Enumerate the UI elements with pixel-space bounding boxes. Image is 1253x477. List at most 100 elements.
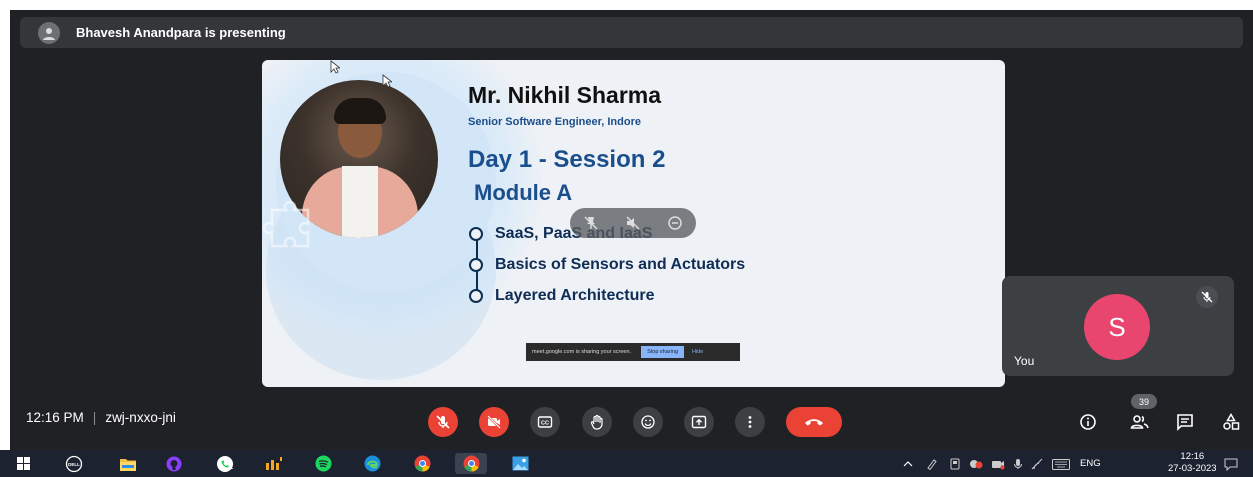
notification-icon xyxy=(1224,458,1238,471)
tray-meet-share[interactable] xyxy=(968,456,984,472)
emoji-reaction-button[interactable] xyxy=(633,407,663,437)
taskbar-chrome[interactable] xyxy=(411,453,433,474)
cursor-icon xyxy=(382,74,392,88)
spotify-icon xyxy=(315,455,331,472)
bullet-dot xyxy=(469,258,483,272)
bullet-dot xyxy=(469,289,483,303)
notifications-button[interactable] xyxy=(1222,456,1240,472)
chat-icon xyxy=(1177,414,1193,431)
tray-keyboard[interactable] xyxy=(1051,456,1071,472)
slide-speaker-role: Senior Software Engineer, Indore xyxy=(468,116,641,128)
meeting-info: 12:16 PM | zwj-nxxo-jni xyxy=(26,410,176,425)
cursor-icon xyxy=(330,60,340,74)
remove-icon[interactable] xyxy=(663,211,687,235)
more-options-icon xyxy=(748,416,752,428)
meet-window: Bhavesh Anandpara is presenting Mr. Nikh… xyxy=(10,10,1253,450)
edge-icon xyxy=(364,455,380,472)
photo-shirt xyxy=(342,166,378,238)
leave-call-button[interactable] xyxy=(786,407,842,437)
meeting-code: zwj-nxxo-jni xyxy=(105,410,176,425)
taskbar-chrome-active[interactable] xyxy=(455,453,487,474)
network-icon xyxy=(1031,458,1043,470)
taskbar-github[interactable] xyxy=(163,453,185,474)
taskbar-spotify[interactable] xyxy=(312,453,334,474)
self-name-label: You xyxy=(1014,354,1035,368)
pin-off-icon[interactable] xyxy=(579,211,603,235)
people-button[interactable] xyxy=(1125,407,1155,437)
raise-hand-button[interactable] xyxy=(582,407,612,437)
presenter-avatar xyxy=(38,21,60,44)
taskbar-whatsapp[interactable]: 1 xyxy=(210,453,240,474)
self-avatar: S xyxy=(1084,294,1150,360)
taskbar-dell[interactable]: DELL xyxy=(63,453,85,474)
presenting-bar: Bhavesh Anandpara is presenting xyxy=(20,17,1243,48)
device-icon xyxy=(950,458,960,470)
slide-bullet: Basics of Sensors and Actuators xyxy=(469,256,745,274)
slide-speaker-name: Mr. Nikhil Sharma xyxy=(468,82,662,108)
present-now-button[interactable] xyxy=(684,407,714,437)
tray-pen[interactable] xyxy=(925,456,939,472)
presentation-overlay-controls xyxy=(570,208,696,238)
emoji-icon xyxy=(641,415,655,429)
slide-day-session: Day 1 - Session 2 xyxy=(468,146,666,173)
chevron-up-icon xyxy=(903,461,913,467)
bullet-text: Basics of Sensors and Actuators xyxy=(495,256,746,273)
svg-text:CC: CC xyxy=(541,421,549,427)
photo-hair xyxy=(334,98,386,124)
hide-banner-link[interactable]: Hide xyxy=(692,349,703,355)
tray-network[interactable] xyxy=(1030,456,1044,472)
people-icon xyxy=(1130,415,1149,429)
meeting-time: 12:16 PM xyxy=(26,410,84,425)
photos-icon xyxy=(512,456,528,471)
mic-muted-icon xyxy=(1196,286,1218,308)
github-icon xyxy=(166,456,182,471)
start-button[interactable] xyxy=(12,453,34,474)
mic-toggle-button[interactable] xyxy=(428,407,458,437)
windows-taskbar: DELL 1 ENG 12:16 27-03-2023 xyxy=(0,450,1253,477)
self-video-tile[interactable]: S You xyxy=(1002,276,1234,376)
shared-screen-slide: Mr. Nikhil Sharma Senior Software Engine… xyxy=(262,60,1005,387)
presenting-text: Bhavesh Anandpara is presenting xyxy=(76,25,286,40)
whatsapp-badge: 1 xyxy=(229,462,234,471)
info-icon xyxy=(1080,414,1096,430)
taskbar-file-explorer[interactable] xyxy=(117,453,139,474)
unmute-presentation-icon[interactable] xyxy=(621,211,645,235)
captions-icon: CC xyxy=(537,416,553,428)
camera-off-icon xyxy=(487,415,501,429)
captions-button[interactable]: CC xyxy=(530,407,560,437)
windows-start-icon xyxy=(16,457,30,470)
keyboard-icon xyxy=(1052,458,1070,470)
tray-mic[interactable] xyxy=(1012,456,1024,472)
lms-icon xyxy=(266,456,282,470)
taskbar-clock[interactable]: 12:16 27-03-2023 xyxy=(1168,451,1217,475)
hang-up-icon xyxy=(805,419,823,426)
taskbar-photos[interactable] xyxy=(509,453,531,474)
present-icon xyxy=(691,415,707,429)
stop-sharing-button[interactable]: Stop sharing xyxy=(641,346,684,358)
mic-off-icon xyxy=(436,415,450,429)
mic-tray-icon xyxy=(1014,459,1022,469)
chrome-active-icon xyxy=(463,455,479,472)
show-hidden-icons-button[interactable] xyxy=(902,456,914,472)
slide-bullet: Layered Architecture xyxy=(469,287,654,305)
taskbar-edge[interactable] xyxy=(361,453,383,474)
language-indicator[interactable]: ENG xyxy=(1080,458,1101,469)
activities-icon xyxy=(1223,413,1240,430)
clock-date: 27-03-2023 xyxy=(1168,463,1217,474)
file-explorer-icon xyxy=(120,458,136,471)
more-options-button[interactable] xyxy=(735,407,765,437)
bullet-dot xyxy=(469,227,483,241)
chrome-icon xyxy=(414,455,430,472)
camera-toggle-button[interactable] xyxy=(479,407,509,437)
slide-module: Module A xyxy=(474,180,573,205)
taskbar-lms[interactable] xyxy=(263,453,285,474)
tray-device[interactable] xyxy=(948,456,962,472)
meeting-details-button[interactable] xyxy=(1073,407,1103,437)
pen-icon xyxy=(927,459,937,470)
share-banner-text: meet.google.com is sharing your screen. xyxy=(532,349,632,355)
tray-camera[interactable] xyxy=(990,456,1006,472)
screen-share-tray-icon xyxy=(970,460,983,469)
chat-button[interactable] xyxy=(1170,407,1200,437)
activities-button[interactable] xyxy=(1216,407,1246,437)
screen-share-banner: meet.google.com is sharing your screen. … xyxy=(526,343,740,361)
